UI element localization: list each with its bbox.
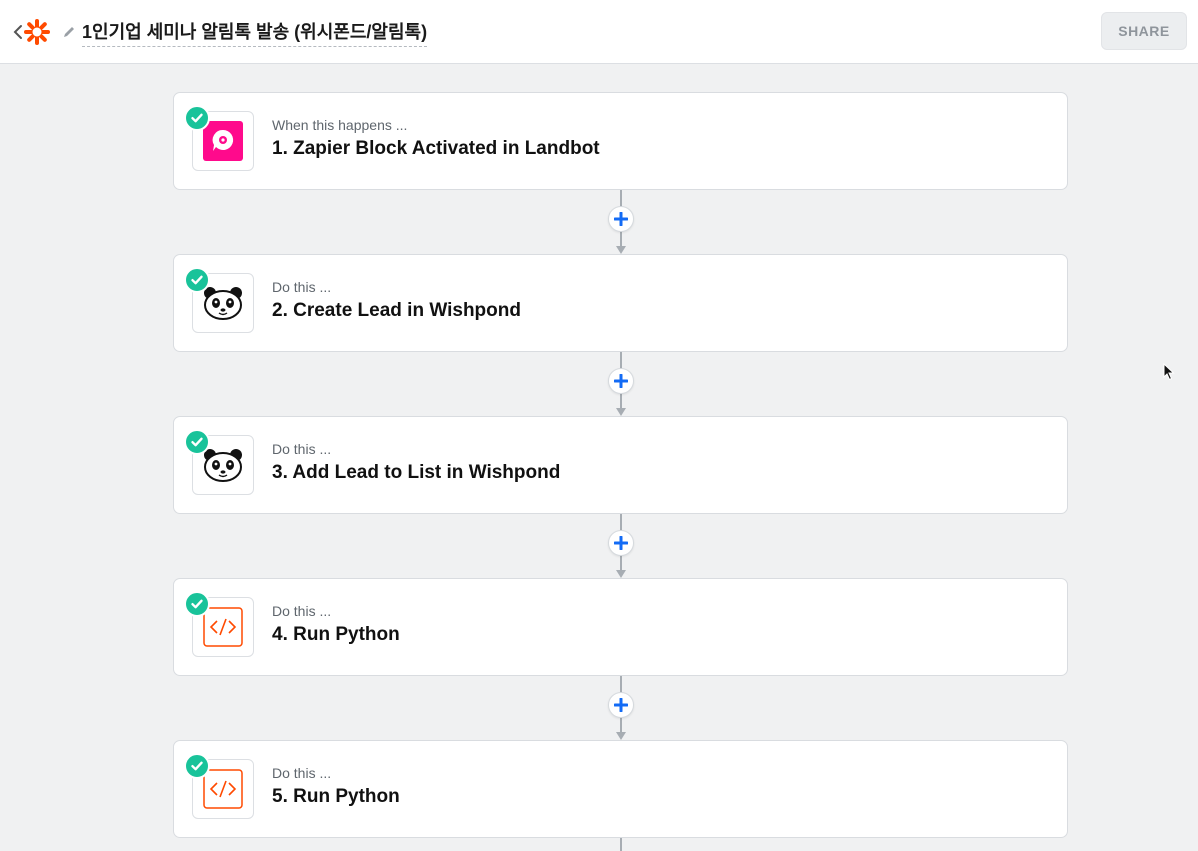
zap-editor-canvas: When this happens ... 1. Zapier Block Ac… bbox=[0, 64, 1198, 851]
step-title: 4. Run Python bbox=[272, 624, 400, 645]
check-icon bbox=[184, 429, 210, 455]
arrow-down-icon bbox=[616, 732, 626, 740]
step-card-2[interactable]: Do this ... 2. Create Lead in Wishpond bbox=[173, 254, 1068, 352]
arrow-down-icon bbox=[616, 246, 626, 254]
step-subtitle: Do this ... bbox=[272, 441, 332, 457]
add-step-button[interactable] bbox=[608, 692, 634, 718]
zapier-logo-icon[interactable] bbox=[24, 19, 50, 45]
step-title: 5. Run Python bbox=[272, 786, 400, 807]
add-step-button[interactable] bbox=[608, 530, 634, 556]
mouse-cursor-icon bbox=[1163, 362, 1175, 381]
check-icon bbox=[184, 105, 210, 131]
step-subtitle: Do this ... bbox=[272, 765, 332, 781]
check-icon bbox=[184, 753, 210, 779]
step-title: 3. Add Lead to List in Wishpond bbox=[272, 462, 561, 483]
share-button[interactable]: SHARE bbox=[1101, 12, 1187, 50]
check-icon bbox=[184, 267, 210, 293]
step-card-5[interactable]: Do this ... 5. Run Python bbox=[173, 740, 1068, 838]
connector-line bbox=[620, 838, 622, 851]
add-step-button[interactable] bbox=[608, 368, 634, 394]
arrow-down-icon bbox=[616, 408, 626, 416]
step-title: 2. Create Lead in Wishpond bbox=[272, 300, 521, 321]
step-subtitle: When this happens ... bbox=[272, 117, 408, 133]
check-icon bbox=[184, 591, 210, 617]
step-subtitle: Do this ... bbox=[272, 279, 332, 295]
add-step-button[interactable] bbox=[608, 206, 634, 232]
step-title: 1. Zapier Block Activated in Landbot bbox=[272, 138, 600, 159]
zap-title-editor[interactable]: 1인기업 세미나 알림톡 발송 (위시폰드/알림톡) bbox=[62, 18, 428, 47]
zap-title: 1인기업 세미나 알림톡 발송 (위시폰드/알림톡) bbox=[82, 18, 428, 47]
pencil-icon bbox=[62, 25, 76, 39]
top-bar: 1인기업 세미나 알림톡 발송 (위시폰드/알림톡) SHARE bbox=[0, 0, 1198, 64]
step-card-1[interactable]: When this happens ... 1. Zapier Block Ac… bbox=[173, 92, 1068, 190]
step-subtitle: Do this ... bbox=[272, 603, 332, 619]
step-card-4[interactable]: Do this ... 4. Run Python bbox=[173, 578, 1068, 676]
step-card-3[interactable]: Do this ... 3. Add Lead to List in Wishp… bbox=[173, 416, 1068, 514]
arrow-down-icon bbox=[616, 570, 626, 578]
